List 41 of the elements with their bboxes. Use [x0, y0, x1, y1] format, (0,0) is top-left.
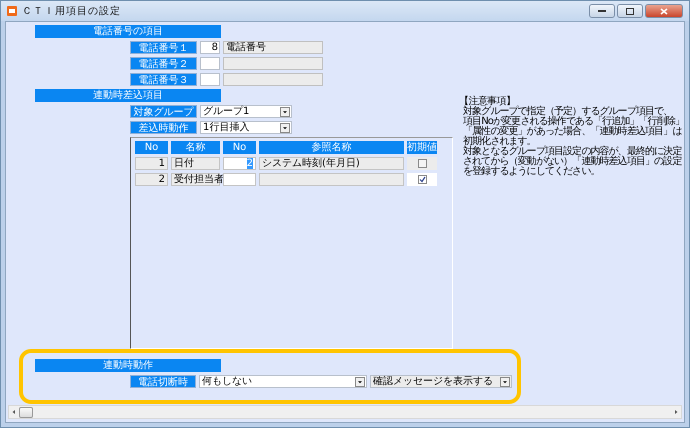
field-label: 対象グループ	[130, 105, 197, 118]
dropdown[interactable]: 確認メッセージを表示する	[370, 375, 512, 388]
close-button[interactable]	[645, 4, 683, 18]
number-field[interactable]	[223, 173, 256, 186]
field-label: 電話番号２	[130, 57, 197, 70]
number-field[interactable]	[200, 57, 220, 70]
dropdown[interactable]: グループ1	[200, 105, 292, 118]
name-field: 電話番号	[223, 41, 323, 54]
maximize-button[interactable]	[617, 4, 643, 18]
checkbox[interactable]	[418, 159, 426, 168]
section-heading: 連動時差込項目	[35, 89, 221, 102]
number-field[interactable]	[200, 73, 220, 86]
table-cell: 1	[135, 157, 168, 170]
field-label: 電話切断時	[130, 375, 196, 388]
minimize-icon	[598, 9, 606, 13]
app-icon	[7, 6, 17, 16]
table-cell: 日付	[171, 157, 220, 170]
horizontal-scrollbar[interactable]	[8, 405, 682, 419]
field-label: 電話番号１	[130, 41, 197, 54]
field-label: 電話番号３	[130, 73, 197, 86]
section-heading: 電話番号の項目	[35, 25, 221, 38]
section-heading: 連動時動作	[35, 359, 221, 372]
maximize-icon	[626, 8, 634, 14]
table-cell: システム時刻(年月日)	[259, 157, 404, 170]
close-icon	[660, 8, 668, 14]
column-header: 参照名称	[259, 141, 404, 154]
dropdown[interactable]: 1行目挿入	[200, 121, 292, 134]
number-field[interactable]: 8	[200, 41, 220, 54]
column-header: No	[135, 141, 168, 154]
notes-heading: 【注意事項】	[459, 96, 516, 107]
window-title: ＣＴＩ用項目の設定	[22, 4, 121, 18]
dropdown[interactable]: 何もしない	[199, 375, 367, 388]
field-label: 差込時動作	[130, 121, 197, 134]
table-cell: 2	[135, 173, 168, 186]
checkbox[interactable]	[418, 175, 426, 184]
minimize-button[interactable]	[589, 4, 615, 18]
column-header: No	[223, 141, 256, 154]
column-header: 初期値	[407, 141, 437, 154]
notes-text: 対象グループで指定（予定）するグループ項目で、 項目Noが変更される操作である「行追加」「行削除」 「属性の変更」があった場合、「連動時差込項目」は 初期化されます。 対象となるグループ項目設定の内容が、最終的に決定 されてから（変動がない）「連動時差込項目」の設定 を登録するようにしてください。	[462, 107, 684, 177]
column-header: 名称	[171, 141, 220, 154]
scrollbar-thumb[interactable]	[19, 406, 33, 418]
